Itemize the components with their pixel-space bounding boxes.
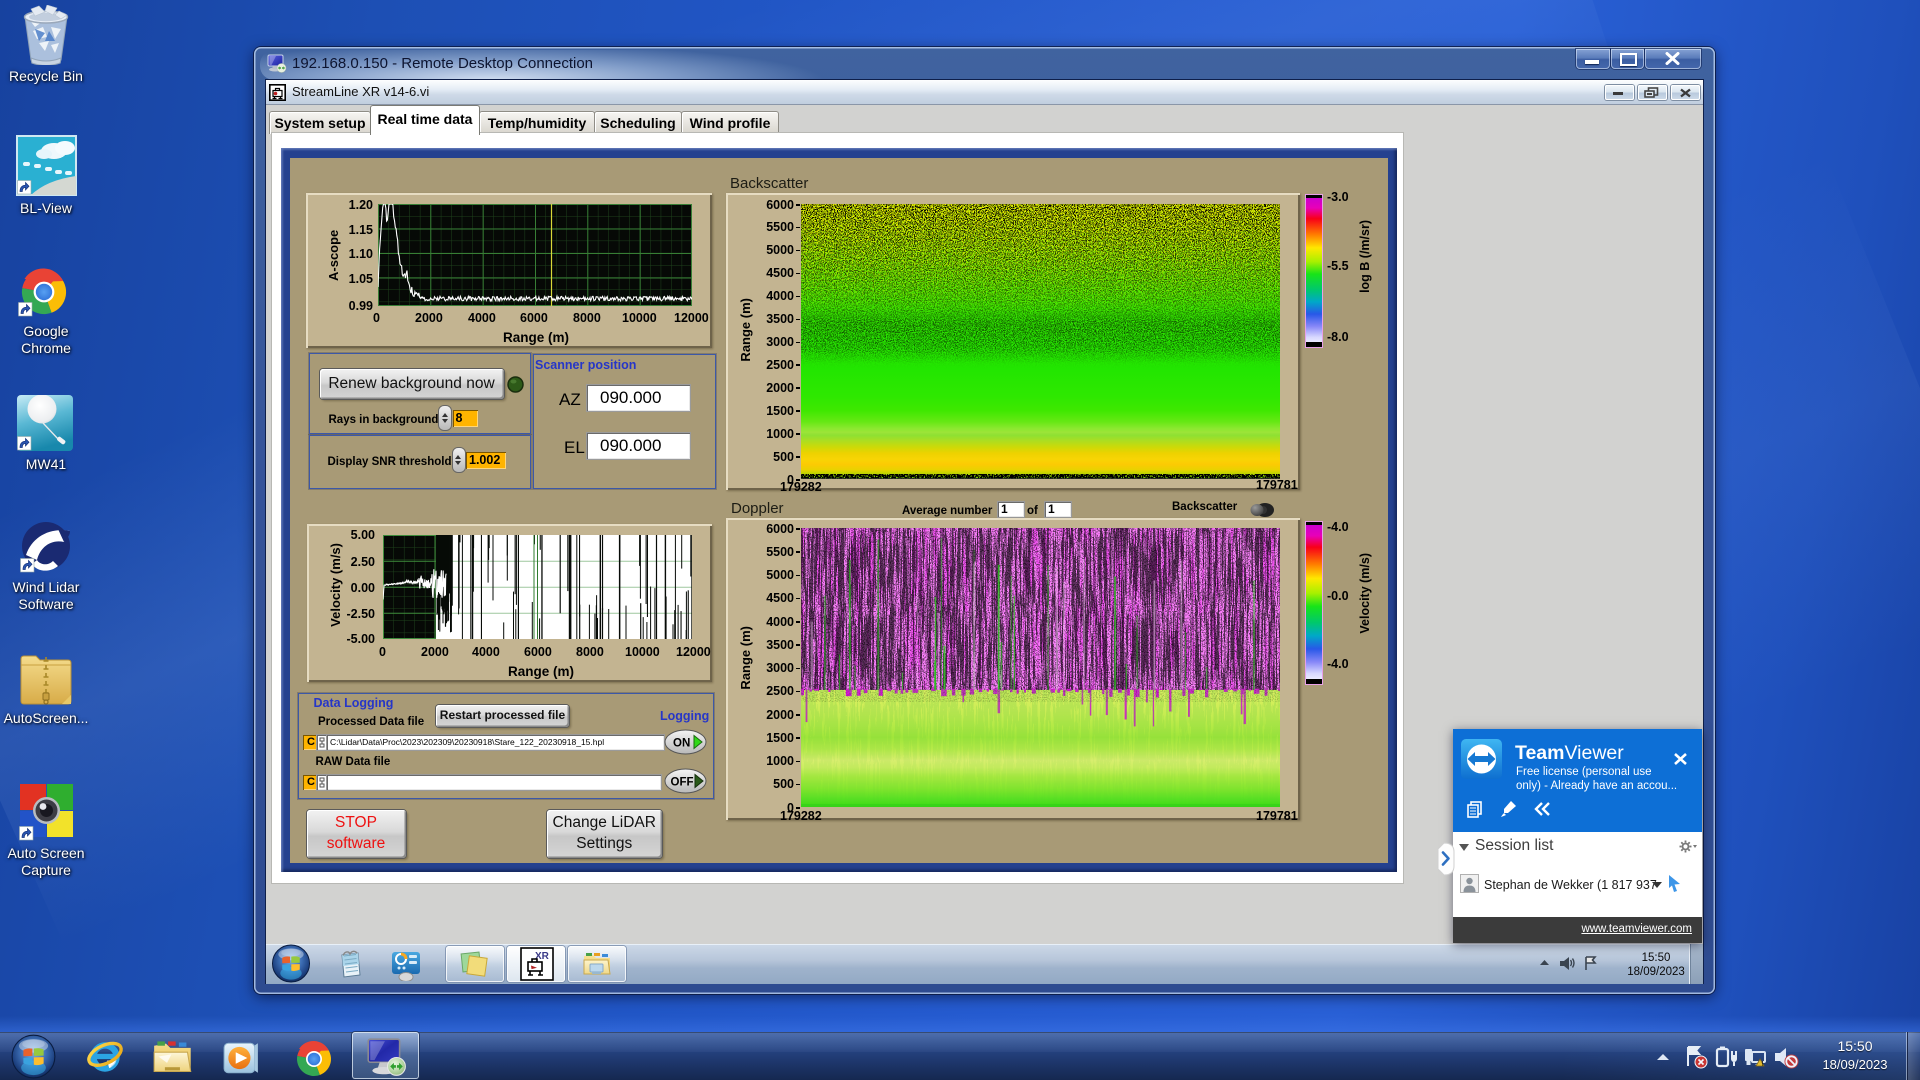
svg-text:ON: ON xyxy=(673,738,690,750)
svg-text:OFF: OFF xyxy=(671,777,694,789)
